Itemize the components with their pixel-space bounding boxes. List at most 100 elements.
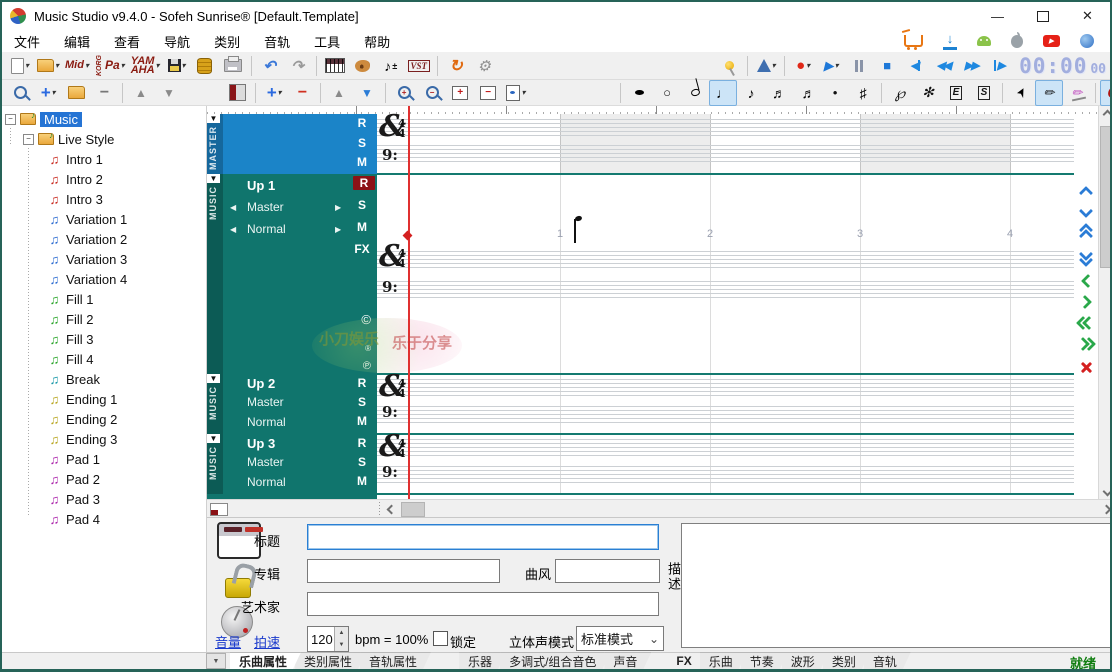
spinner-buttons[interactable]: ▲ ▼ <box>334 627 348 651</box>
tree-item-ending-2[interactable]: ♫Ending 2 <box>2 409 206 429</box>
prev-bus-arrow-icon[interactable]: ◀ <box>230 203 236 212</box>
track-mode[interactable]: Normal <box>247 222 286 236</box>
redo-button[interactable]: ↷ <box>284 53 312 79</box>
record-button[interactable]: ●▾ <box>789 53 817 79</box>
rewind-button[interactable]: ◀◀ <box>929 53 957 79</box>
track-name[interactable]: Up 2 <box>247 376 275 391</box>
eraser-tool-button[interactable]: ✏ <box>1063 80 1091 106</box>
stop-button[interactable]: ■ <box>873 53 901 79</box>
volume-link[interactable]: 音量 <box>215 632 241 651</box>
close-button[interactable]: ✕ <box>1065 2 1110 30</box>
prev-mode-arrow-icon[interactable]: ◀ <box>230 225 236 234</box>
keyboard-instrument-button[interactable] <box>321 53 349 79</box>
menu-track[interactable]: 音轨 <box>252 32 302 51</box>
youtube-icon[interactable]: ▶ <box>1043 35 1060 47</box>
step-back-button[interactable]: ◀ <box>901 53 929 79</box>
track-panel-button[interactable] <box>223 80 251 106</box>
tree-item-fill-1[interactable]: ♫Fill 1 <box>2 289 206 309</box>
move-up-button[interactable]: ▲ <box>127 80 155 106</box>
eighth-note-button[interactable]: ♪ <box>737 80 765 106</box>
menu-help[interactable]: 帮助 <box>352 32 402 51</box>
title-input[interactable] <box>307 524 659 550</box>
play-button[interactable]: ▶▾ <box>817 53 845 79</box>
mute-button[interactable]: M <box>352 474 372 488</box>
record-arm-button[interactable]: R <box>352 376 372 390</box>
settings-button[interactable]: ⚙ <box>470 53 498 79</box>
master-record-button[interactable]: R <box>352 116 372 130</box>
track-name[interactable]: Up 1 <box>247 178 275 193</box>
scroll-up-button[interactable] <box>1099 106 1112 122</box>
mute-button[interactable]: M <box>352 220 372 234</box>
tab-waveform[interactable]: 波形 <box>782 652 829 669</box>
move-down-button[interactable]: ▼ <box>155 80 183 106</box>
midi-import-button[interactable]: Mid▾ <box>62 53 92 79</box>
track-down-button[interactable]: ▼ <box>353 80 381 106</box>
microphone-button[interactable] <box>715 53 743 79</box>
scroll-down-button[interactable] <box>1099 483 1112 499</box>
ornament-button[interactable]: ✻ <box>914 80 942 106</box>
description-textarea[interactable]: ˄ ˅ <box>681 523 1112 648</box>
tree-item-fill-2[interactable]: ♫Fill 2 <box>2 309 206 329</box>
track-header-up2[interactable]: MUSIC ▼ Up 2 Master Normal R S M <box>207 374 377 434</box>
expression-button[interactable]: E <box>942 80 970 106</box>
menu-tools[interactable]: 工具 <box>302 32 352 51</box>
solo-button[interactable]: S <box>352 455 372 469</box>
track-header-up3[interactable]: MUSIC ▼ Up 3 Master Normal R S M <box>207 434 377 494</box>
tree-item-ending-1[interactable]: ♫Ending 1 <box>2 389 206 409</box>
tree-item-variation-2[interactable]: ♫Variation 2 <box>2 229 206 249</box>
playhead-line[interactable] <box>408 106 410 499</box>
tree-item-pad-1[interactable]: ♫Pad 1 <box>2 449 206 469</box>
nav-down-button[interactable] <box>1076 203 1096 221</box>
transpose-button[interactable]: ♪± <box>377 53 405 79</box>
collapse-track-icon[interactable]: ▼ <box>207 374 220 383</box>
mute-button[interactable]: M <box>352 414 372 428</box>
tab-song-properties[interactable]: 乐曲属性 <box>230 652 301 669</box>
next-mode-arrow-icon[interactable]: ▶ <box>335 225 341 234</box>
tab-track[interactable]: 音轨 <box>864 652 911 669</box>
tab-category[interactable]: 类别 <box>823 652 870 669</box>
tree-item-intro-2[interactable]: ♫Intro 2 <box>2 169 206 189</box>
track-up-button[interactable]: ▲ <box>325 80 353 106</box>
scrollbar-thumb[interactable] <box>1100 126 1112 268</box>
select-tool-button[interactable]: ➤ <box>1007 80 1035 106</box>
longa-note-button[interactable] <box>625 80 653 106</box>
tree-root-music[interactable]: − Music <box>2 109 206 129</box>
add-folder-button[interactable] <box>62 80 90 106</box>
master-mute-button[interactable]: M <box>352 155 372 169</box>
tree-folder-live-style[interactable]: − Live Style <box>2 129 206 149</box>
tree-item-ending-3[interactable]: ♫Ending 3 <box>2 429 206 449</box>
tree-item-fill-4[interactable]: ♫Fill 4 <box>2 349 206 369</box>
thirtysecond-note-button[interactable]: ♬ <box>793 80 821 106</box>
add-category-button[interactable]: +▾ <box>34 80 62 106</box>
view-options-button[interactable]: ▾ <box>502 80 530 106</box>
delete-selection-button[interactable] <box>1076 358 1096 376</box>
tree-item-variation-4[interactable]: ♫Variation 4 <box>2 269 206 289</box>
vertical-scrollbar[interactable] <box>1098 106 1112 499</box>
database-export-button[interactable] <box>191 53 219 79</box>
collapse-expander-icon[interactable]: − <box>23 134 34 145</box>
collapse-expander-icon[interactable]: − <box>5 114 16 125</box>
android-icon[interactable] <box>977 36 991 46</box>
scroll-right-button[interactable] <box>1098 501 1112 517</box>
step-forward-button[interactable]: ▶ <box>985 53 1013 79</box>
spin-down-icon[interactable]: ▼ <box>335 639 348 651</box>
whole-note-button[interactable]: ○ <box>653 80 681 106</box>
tab-sound[interactable]: 声音 <box>604 652 651 669</box>
scroll-left-button[interactable] <box>383 501 399 517</box>
new-file-button[interactable]: ▾ <box>6 53 34 79</box>
remove-category-button[interactable]: − <box>90 80 118 106</box>
collapse-tracks-button[interactable]: − <box>474 80 502 106</box>
collapse-track-icon[interactable]: ▼ <box>207 434 220 443</box>
album-input[interactable] <box>307 559 500 583</box>
track-bus[interactable]: Master <box>247 455 284 469</box>
guitar-instrument-button[interactable] <box>349 53 377 79</box>
menu-view[interactable]: 查看 <box>102 32 152 51</box>
expand-tracks-button[interactable]: + <box>446 80 474 106</box>
tab-song[interactable]: 乐曲 <box>700 652 747 669</box>
nav-right-button[interactable] <box>1076 293 1096 311</box>
track-bus[interactable]: Master <box>247 200 284 214</box>
nav-page-down-button[interactable] <box>1076 248 1096 266</box>
shop-cart-icon[interactable] <box>904 35 923 47</box>
tab-list-dropdown-button[interactable]: ▼ <box>206 653 226 669</box>
fx-button[interactable]: FX <box>352 242 372 256</box>
